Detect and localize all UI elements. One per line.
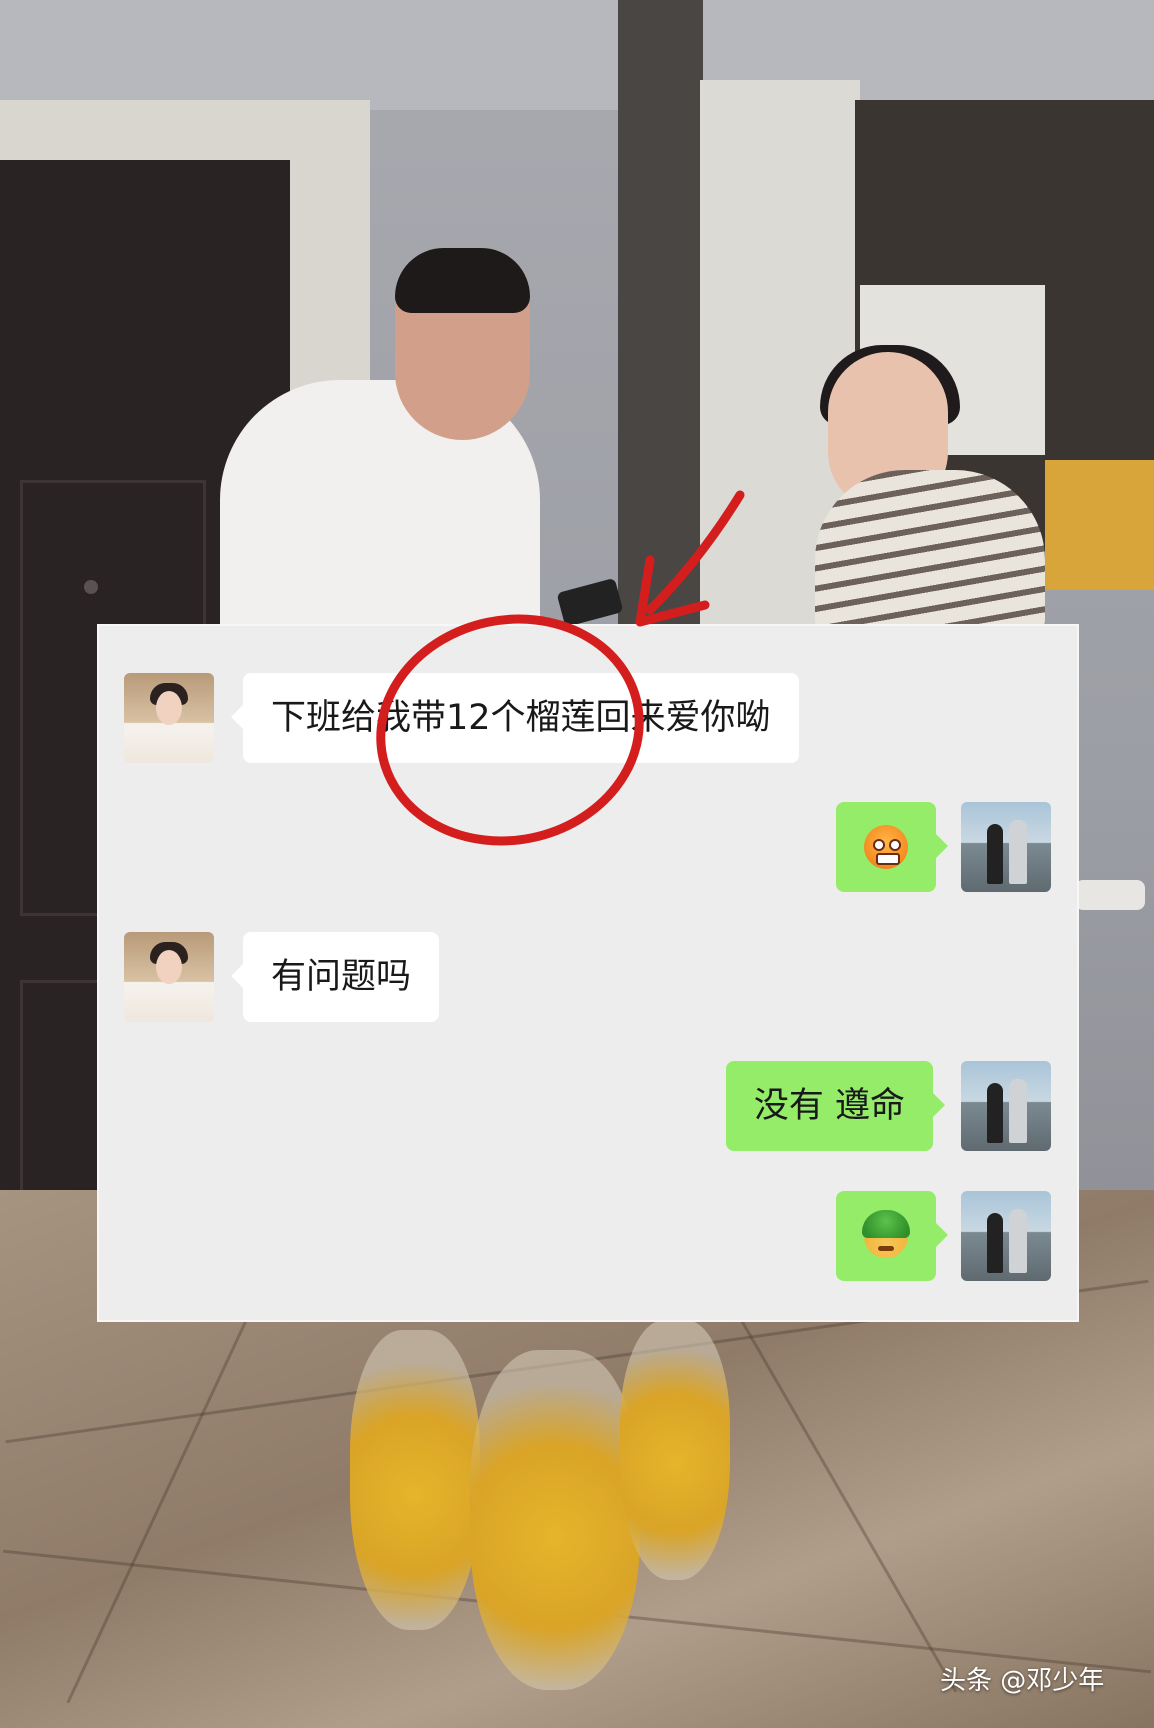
message-bubble[interactable]: 有问题吗 <box>230 932 440 1022</box>
avatar-person <box>1009 1079 1027 1143</box>
message-bubble[interactable] <box>836 1191 948 1281</box>
avatar-person <box>1009 1209 1027 1273</box>
boyfriend-avatar[interactable] <box>961 1061 1051 1151</box>
boyfriend-avatar[interactable] <box>961 1191 1051 1281</box>
man-hair <box>395 248 530 313</box>
durian-bag <box>470 1350 640 1690</box>
angry-face-emoji <box>864 825 908 869</box>
turtle-shell <box>862 1210 910 1238</box>
message-bubble[interactable] <box>836 802 948 892</box>
stool <box>1075 880 1145 910</box>
emoji-eye <box>889 839 901 851</box>
durian-bag <box>350 1330 480 1630</box>
emoji-eye <box>873 839 885 851</box>
avatar-person <box>1009 820 1027 884</box>
yellow-counter <box>1045 460 1154 590</box>
watermark: 头条 @邓少年 <box>940 1666 1105 1696</box>
avatar-face <box>156 691 182 725</box>
durian-bag <box>620 1320 730 1580</box>
emoji-mouth <box>876 853 900 865</box>
avatar-person <box>987 824 1003 884</box>
door-peephole <box>84 580 98 594</box>
girlfriend-avatar[interactable] <box>124 932 214 1022</box>
ceiling <box>0 0 1154 110</box>
avatar-person <box>987 1083 1003 1143</box>
turtle-emoji <box>862 1210 910 1258</box>
wall-column <box>618 0 703 660</box>
boyfriend-avatar[interactable] <box>961 802 1051 892</box>
chat-screenshot: 下班给我带12个榴莲回来爱你呦 有问题吗 没有 遵命 <box>97 624 1079 1322</box>
avatar-face <box>156 950 182 984</box>
emoji-mouth <box>878 1246 894 1251</box>
message-bubble[interactable]: 下班给我带12个榴莲回来爱你呦 <box>231 673 799 763</box>
message-bubble[interactable]: 没有 遵命 <box>725 1061 946 1151</box>
girlfriend-avatar[interactable] <box>124 673 214 763</box>
avatar-person <box>987 1213 1003 1273</box>
woman-striped-shirt <box>815 470 1045 630</box>
